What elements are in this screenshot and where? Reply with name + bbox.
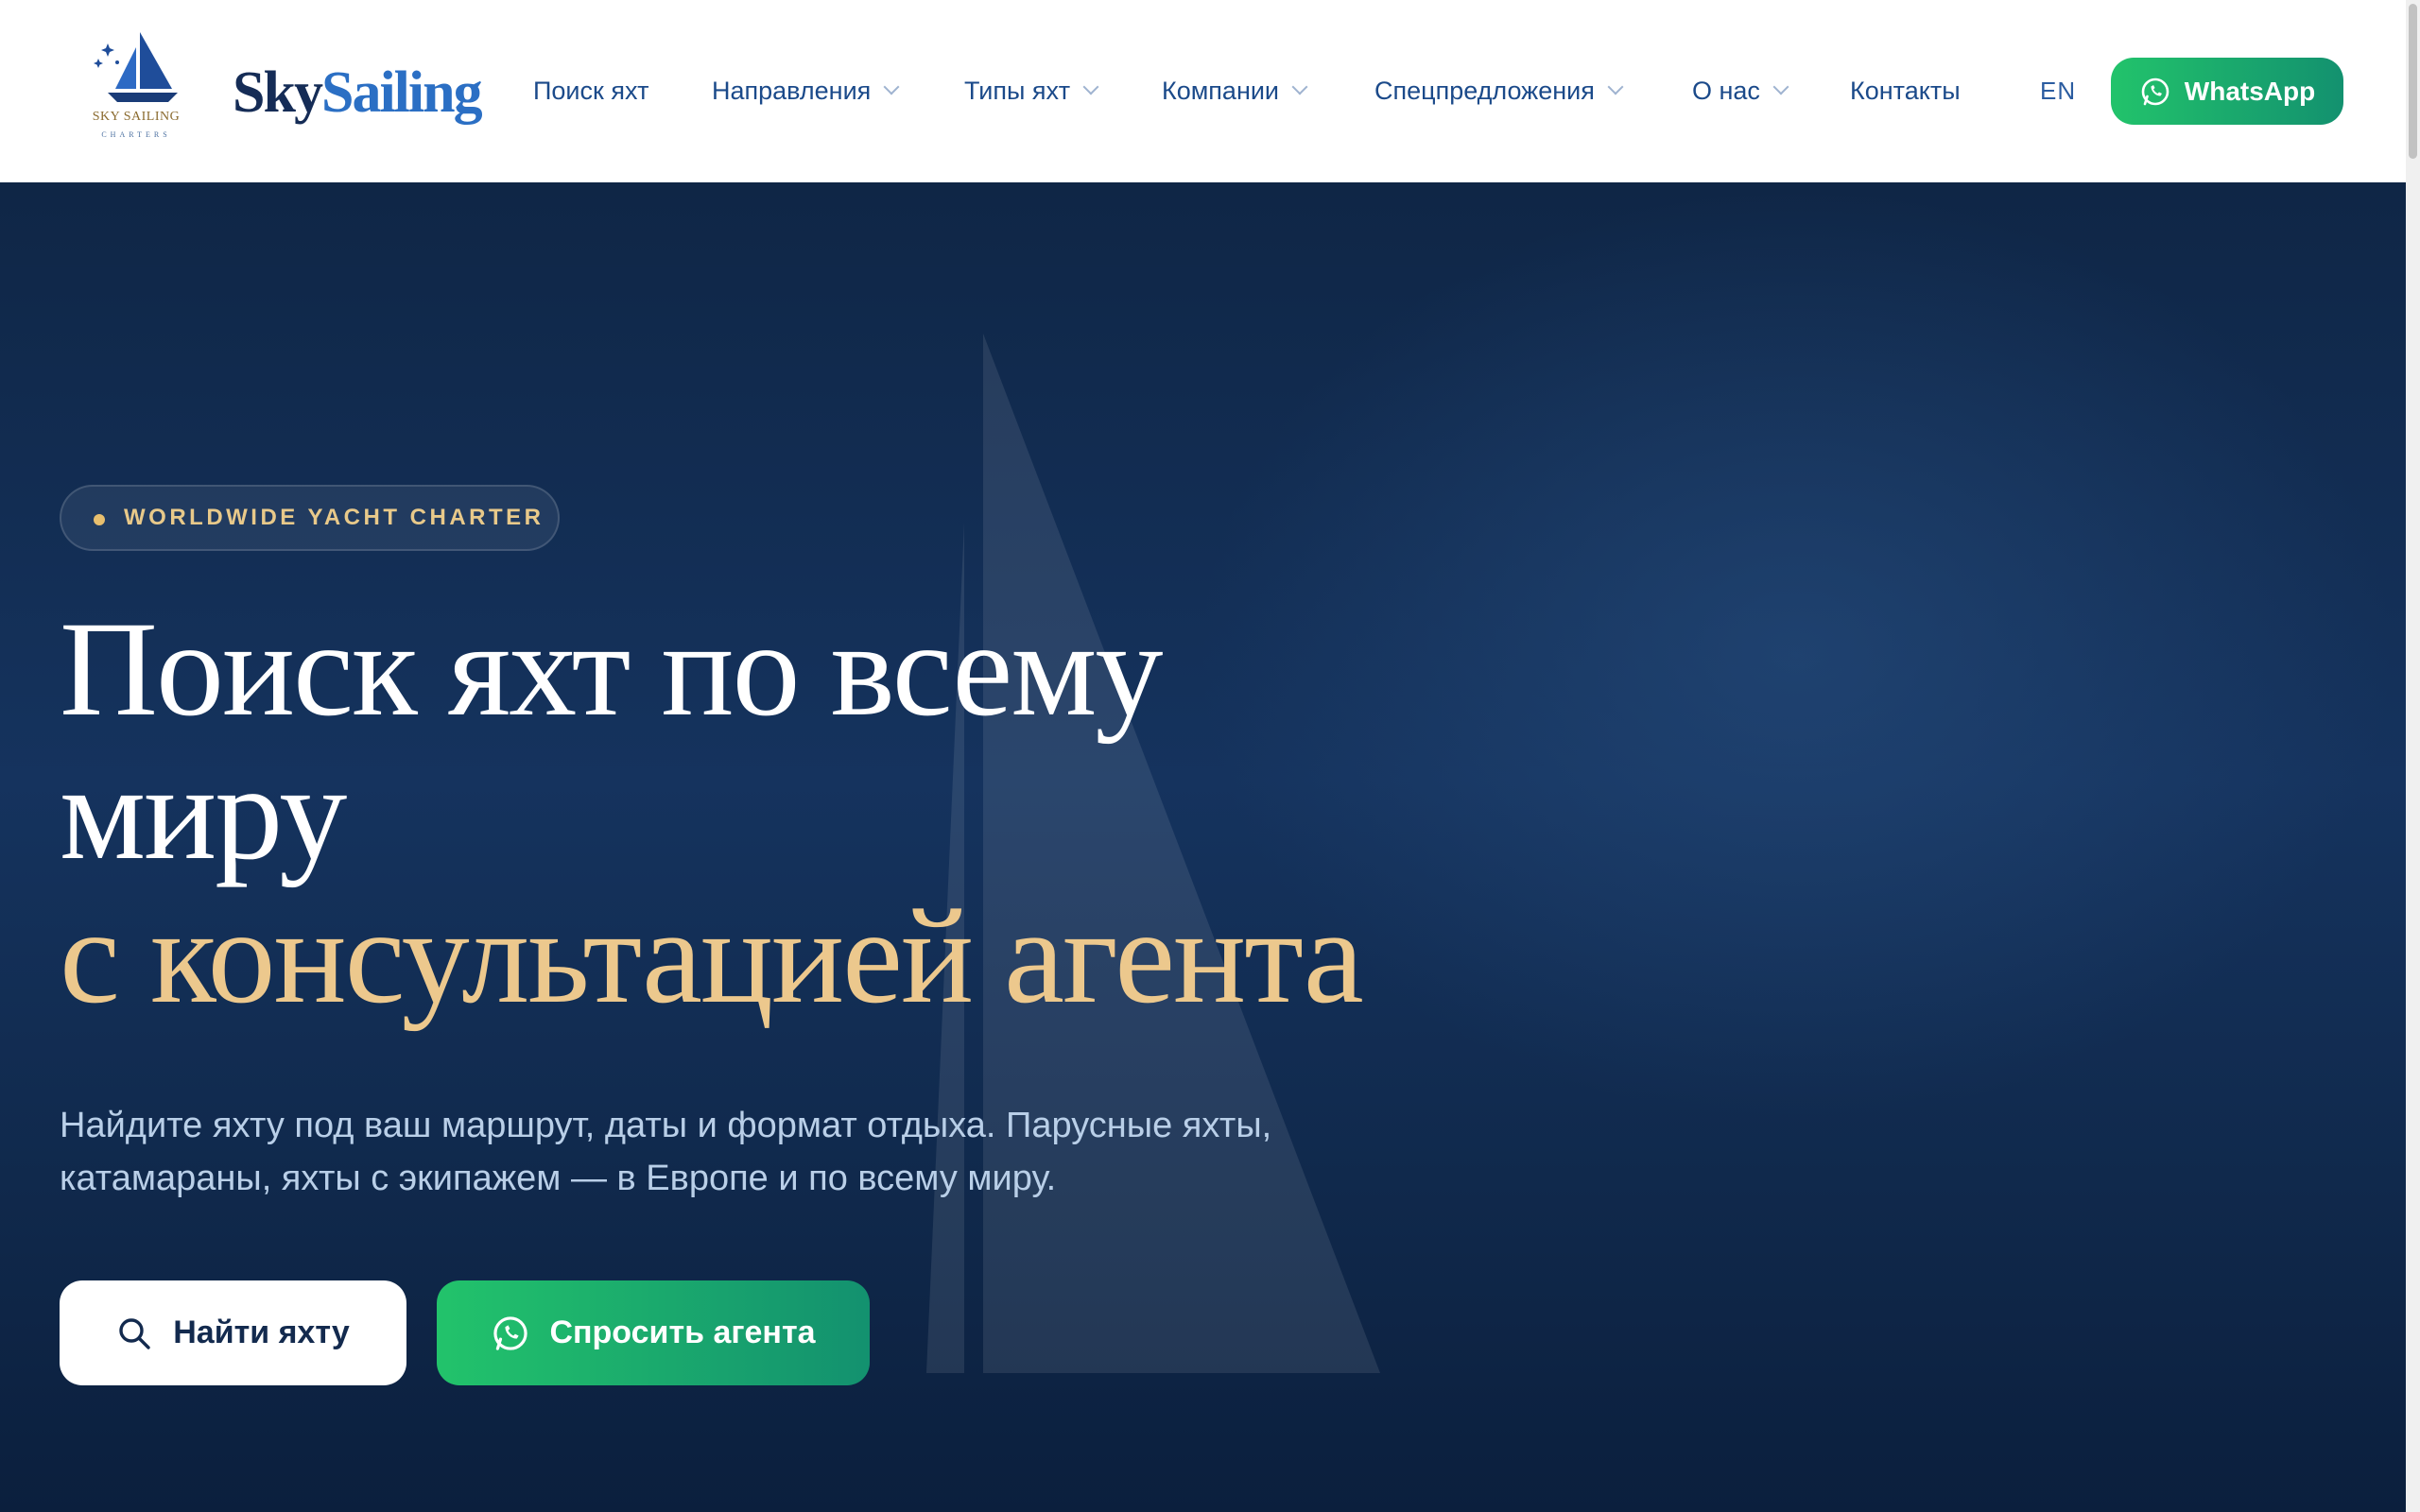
nav-label: Спецпредложения <box>1374 77 1595 105</box>
nav-contacts[interactable]: Контакты <box>1850 72 1961 110</box>
language-switch[interactable]: EN <box>2040 72 2076 110</box>
nav-label: Компании <box>1162 77 1280 105</box>
hero-title-line2: миру <box>60 738 347 888</box>
hero-badge: WORLDWIDE YACHT CHARTER <box>60 485 560 551</box>
nav-search-yachts[interactable]: Поиск яхт <box>533 72 649 110</box>
nav-destinations[interactable]: Направления <box>712 72 900 110</box>
whatsapp-icon <box>493 1315 528 1350</box>
nav-label: Контакты <box>1850 77 1961 105</box>
brand-wordmark[interactable]: SkySailing <box>233 57 483 129</box>
logo-text: SKY SAILING <box>92 110 181 124</box>
chevron-down-icon <box>1082 78 1099 95</box>
badge-text: WORLDWIDE YACHT CHARTER <box>124 505 544 530</box>
page-scrollbar[interactable] <box>2406 0 2420 1512</box>
hero-title-line1: Поиск яхт по всему <box>60 594 1163 745</box>
ask-agent-label: Спросить агента <box>549 1314 816 1350</box>
hero-description: Найдите яхту под ваш маршрут, даты и фор… <box>60 1106 1272 1198</box>
whatsapp-icon <box>2141 77 2169 105</box>
chevron-down-icon <box>1607 78 1624 95</box>
find-yacht-label: Найти яхту <box>173 1314 350 1350</box>
nav-yacht-types[interactable]: Типы яхт <box>964 72 1099 110</box>
nav-label: Направления <box>712 77 872 105</box>
hero-section: WORLDWIDE YACHT CHARTER Поиск яхт по все… <box>0 182 2406 1512</box>
nav-companies[interactable]: Компании <box>1162 72 1308 110</box>
ask-agent-button[interactable]: Спросить агента <box>437 1280 870 1385</box>
nav-label: Типы яхт <box>964 77 1071 105</box>
nav-label: О нас <box>1692 77 1760 105</box>
hero-title-accent: с консультацией агента <box>60 882 1364 1032</box>
brand-part-sailing: Sailing <box>320 60 483 125</box>
logo-subtext: CHARTERS <box>101 130 171 139</box>
find-yacht-button[interactable]: Найти яхту <box>60 1280 406 1385</box>
logo[interactable]: SKY SAILING CHARTERS <box>87 26 185 146</box>
brand-part-sky: Sky <box>233 60 323 125</box>
chevron-down-icon <box>1772 78 1789 95</box>
chevron-down-icon <box>883 78 900 95</box>
site-header: SKY SAILING CHARTERS SkySailing Поиск ях… <box>0 0 2406 182</box>
badge-dot-icon <box>94 514 105 525</box>
search-icon <box>119 1317 150 1349</box>
nav-special-offers[interactable]: Спецпредложения <box>1374 72 1624 110</box>
nav-label: Поиск яхт <box>533 77 649 105</box>
whatsapp-button[interactable]: WhatsApp <box>2111 58 2343 125</box>
whatsapp-button-label: WhatsApp <box>2184 76 2316 106</box>
chevron-down-icon <box>1291 78 1308 95</box>
scrollbar-thumb[interactable] <box>2409 4 2417 159</box>
hero-title: Поиск яхт по всему миру с консультацией … <box>60 594 1364 1032</box>
sailboat-logo-icon <box>94 32 178 102</box>
nav-about[interactable]: О нас <box>1692 72 1789 110</box>
